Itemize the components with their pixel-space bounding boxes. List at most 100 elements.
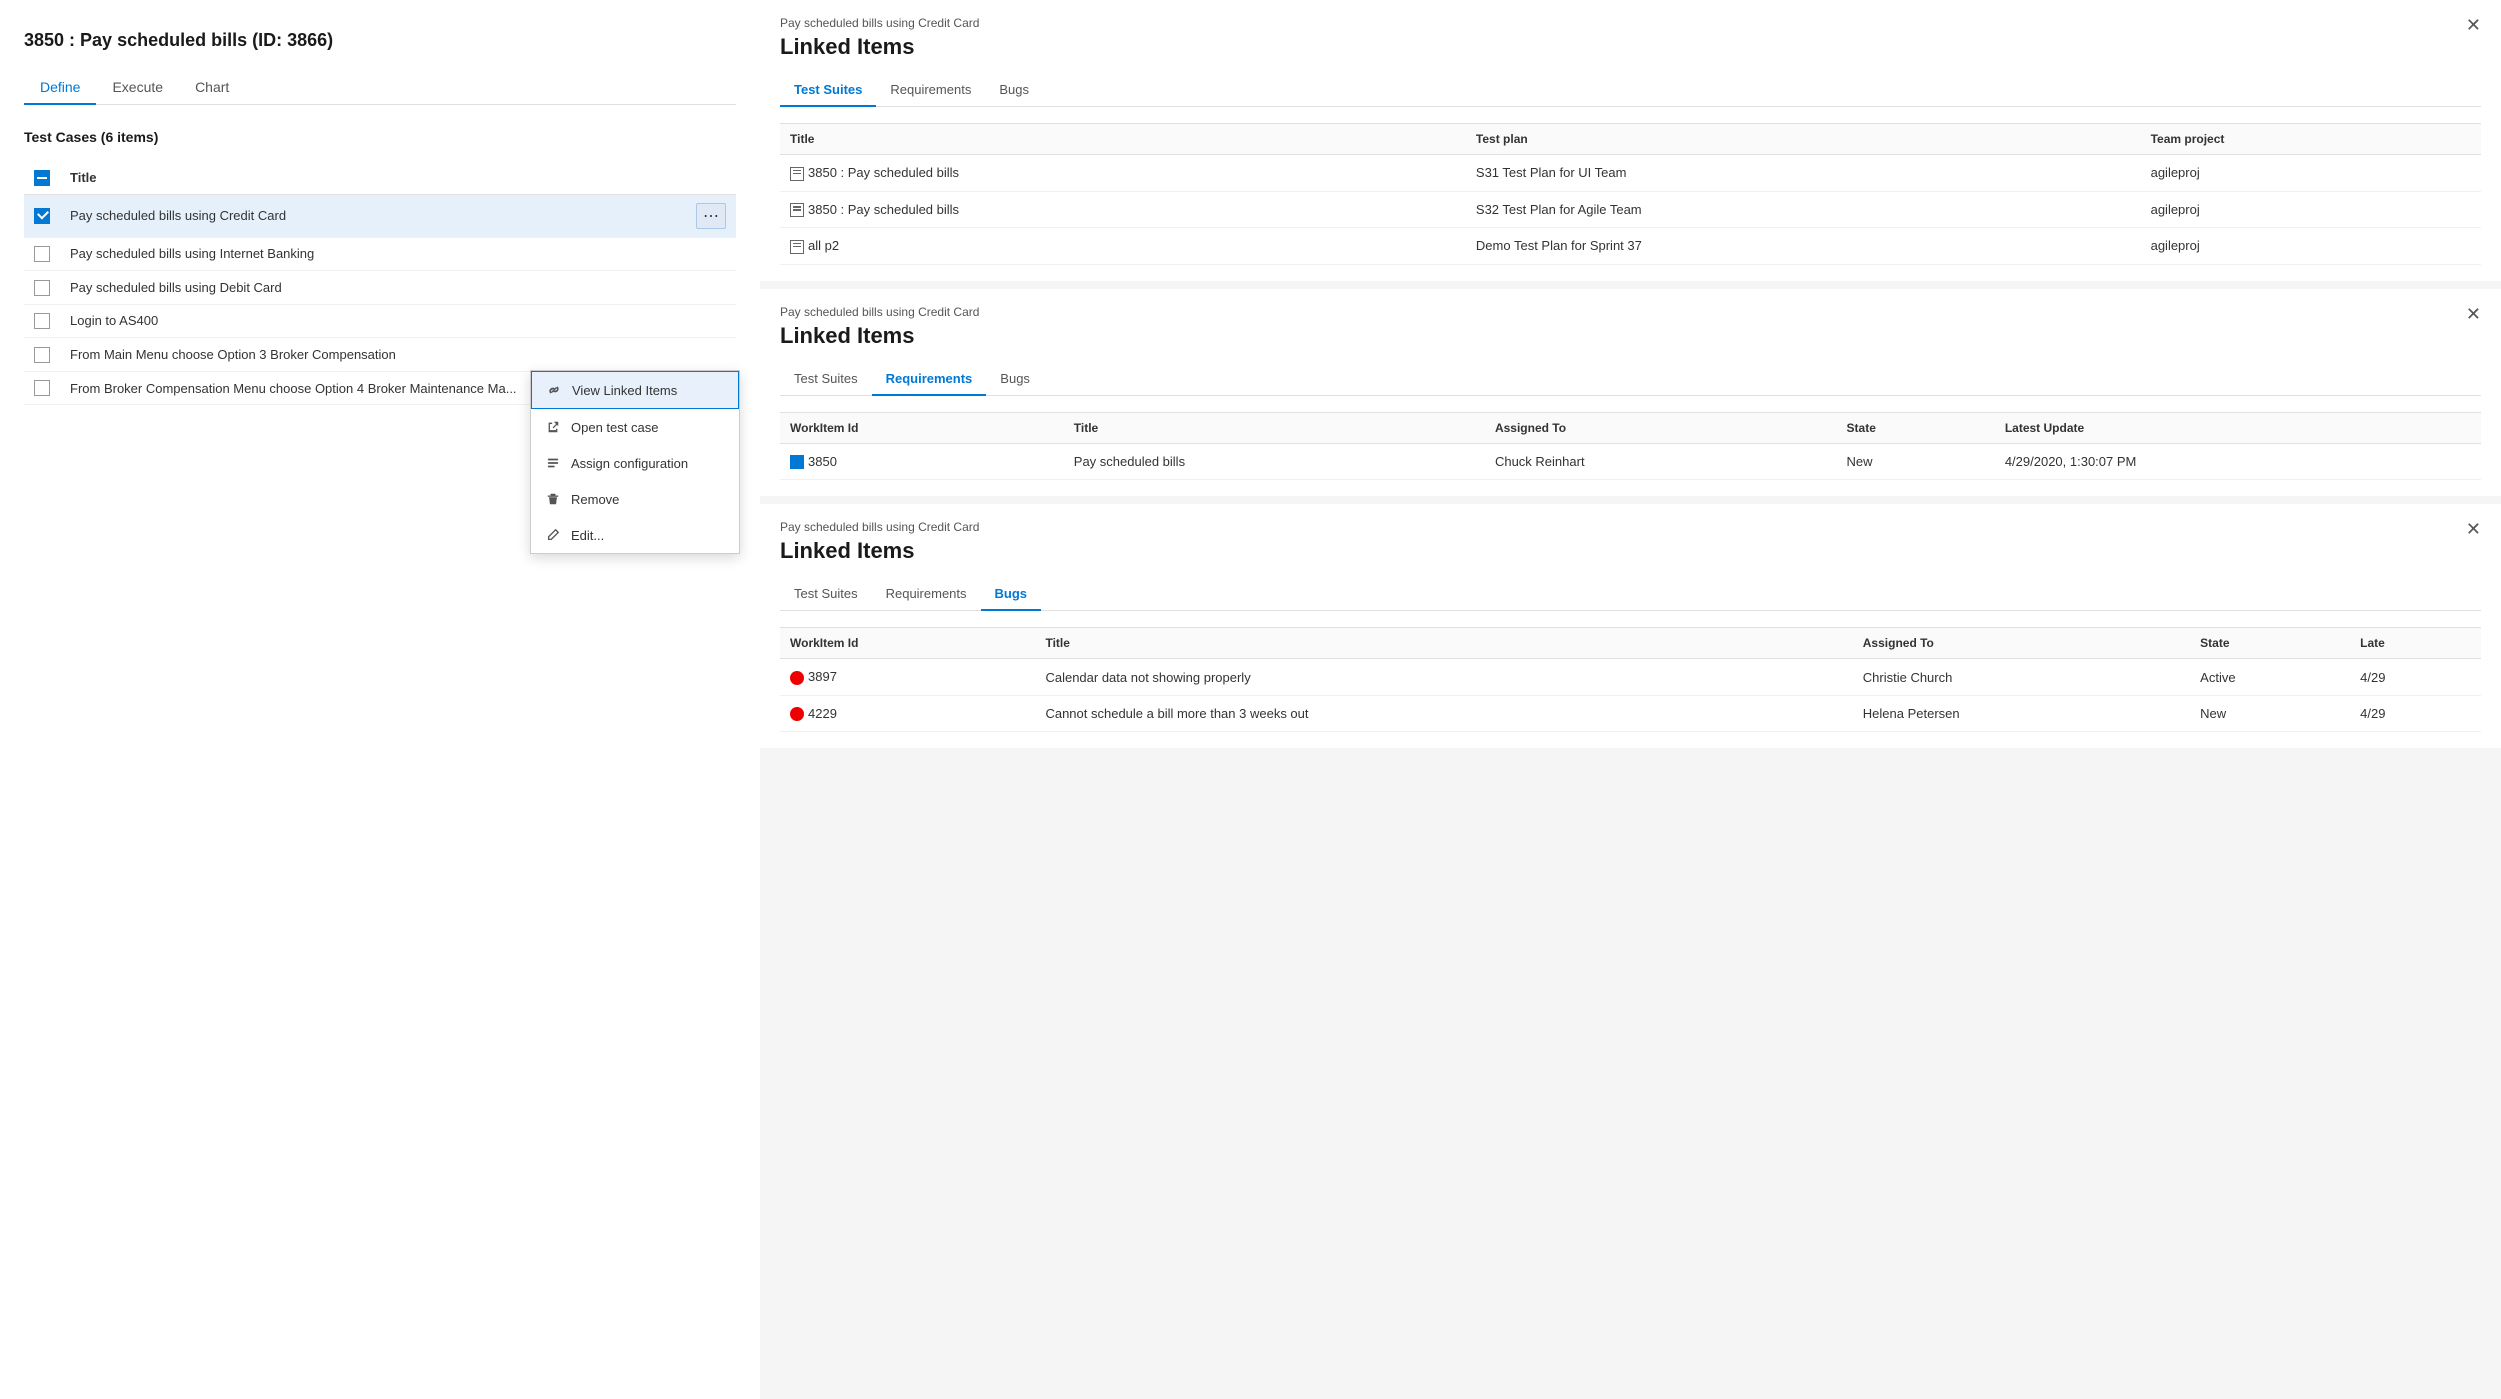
- row-checkbox[interactable]: [34, 246, 50, 262]
- page-title: 3850 : Pay scheduled bills (ID: 3866): [24, 30, 736, 51]
- card-tab-bugs[interactable]: Bugs: [986, 363, 1044, 396]
- table-row: Login to AS400: [24, 304, 736, 338]
- row-cell-4: 4/29: [2350, 695, 2481, 732]
- table-row: 3897Calendar data not showing properlyCh…: [780, 659, 2481, 696]
- row-title: Login to AS400: [60, 304, 686, 338]
- checkbox-cell: [24, 304, 60, 338]
- row-title: Pay scheduled bills using Credit Card: [60, 194, 686, 237]
- row-cell-0: all p2: [780, 228, 1466, 265]
- card-title: Linked Items: [780, 34, 2481, 60]
- card-tabs: Test Suites Requirements Bugs: [780, 74, 2481, 107]
- list-icon: [545, 455, 561, 471]
- suite-icon: [790, 167, 804, 181]
- menu-item-edit[interactable]: Edit...: [531, 517, 739, 553]
- test-cases-table: Title Pay scheduled bills using Credit C…: [24, 161, 736, 405]
- row-checkbox[interactable]: [34, 347, 50, 363]
- row-cell-1: Cannot schedule a bill more than 3 weeks…: [1035, 695, 1852, 732]
- row-cell-4: 4/29: [2350, 659, 2481, 696]
- row-cell-2: agileproj: [2141, 228, 2481, 265]
- tab-chart[interactable]: Chart: [179, 71, 245, 105]
- card-close-button[interactable]: ✕: [2466, 16, 2481, 34]
- tab-execute[interactable]: Execute: [96, 71, 179, 105]
- col-header: Title: [780, 124, 1466, 155]
- card-tab-test-suites[interactable]: Test Suites: [780, 74, 876, 107]
- col-header: State: [2190, 628, 2350, 659]
- row-cell-0: 3850: [780, 443, 1064, 480]
- trash-icon: [545, 491, 561, 507]
- menu-item-open-test-case[interactable]: Open test case: [531, 409, 739, 445]
- row-cell-1: Pay scheduled bills: [1064, 443, 1485, 480]
- row-checkbox[interactable]: [34, 280, 50, 296]
- row-cell-3: Active: [2190, 659, 2350, 696]
- card-title: Linked Items: [780, 323, 2481, 349]
- card-tab-test-suites[interactable]: Test Suites: [780, 363, 872, 396]
- suite-icon: [790, 203, 804, 217]
- card-table: WorkItem IdTitleAssigned ToStateLate 389…: [780, 627, 2481, 732]
- card-tab-requirements[interactable]: Requirements: [876, 74, 985, 107]
- linked-items-card: ✕ Pay scheduled bills using Credit Card …: [760, 0, 2501, 289]
- card-title: Linked Items: [780, 538, 2481, 564]
- row-cell-1: Calendar data not showing properly: [1035, 659, 1852, 696]
- linked-items-card: ✕ Pay scheduled bills using Credit Card …: [760, 289, 2501, 505]
- tab-define[interactable]: Define: [24, 71, 96, 105]
- bug-icon: [790, 707, 804, 721]
- row-cell-1: Demo Test Plan for Sprint 37: [1466, 228, 2141, 265]
- linked-items-card: ✕ Pay scheduled bills using Credit Card …: [760, 504, 2501, 756]
- card-tab-requirements[interactable]: Requirements: [872, 578, 981, 611]
- row-cell-2: agileproj: [2141, 155, 2481, 192]
- col-header: Test plan: [1466, 124, 2141, 155]
- card-tab-bugs[interactable]: Bugs: [981, 578, 1042, 611]
- workitem-icon: [790, 455, 804, 469]
- row-checkbox[interactable]: [34, 380, 50, 396]
- col-header: Title: [1064, 412, 1485, 443]
- table-row: 3850 : Pay scheduled billsS32 Test Plan …: [780, 191, 2481, 228]
- row-cell-0: 3897: [780, 659, 1035, 696]
- table-row: all p2Demo Test Plan for Sprint 37agilep…: [780, 228, 2481, 265]
- row-actions-cell: [686, 271, 736, 305]
- table-header-row: WorkItem IdTitleAssigned ToStateLatest U…: [780, 412, 2481, 443]
- menu-label-assign-config: Assign configuration: [571, 456, 688, 471]
- row-checkbox[interactable]: [34, 313, 50, 329]
- table-row: Pay scheduled bills using Internet Banki…: [24, 237, 736, 271]
- row-actions-cell: ⋯: [686, 194, 736, 237]
- card-close-button[interactable]: ✕: [2466, 520, 2481, 538]
- checkbox-cell: [24, 194, 60, 237]
- suite-icon: [790, 240, 804, 254]
- header-actions: [686, 161, 736, 194]
- menu-item-assign-config[interactable]: Assign configuration: [531, 445, 739, 481]
- checkbox-cell: [24, 338, 60, 372]
- menu-item-remove[interactable]: Remove: [531, 481, 739, 517]
- row-checkbox[interactable]: [34, 208, 50, 224]
- card-close-button[interactable]: ✕: [2466, 305, 2481, 323]
- row-actions-cell: [686, 338, 736, 372]
- card-tab-requirements[interactable]: Requirements: [872, 363, 987, 396]
- link-icon: [546, 382, 562, 398]
- row-cell-4: 4/29/2020, 1:30:07 PM: [1995, 443, 2481, 480]
- card-subtitle: Pay scheduled bills using Credit Card: [780, 305, 2481, 319]
- row-ellipsis-button[interactable]: ⋯: [696, 203, 726, 229]
- row-cell-1: S31 Test Plan for UI Team: [1466, 155, 2141, 192]
- table-header-row: WorkItem IdTitleAssigned ToStateLate: [780, 628, 2481, 659]
- row-cell-0: 4229: [780, 695, 1035, 732]
- col-header: Late: [2350, 628, 2481, 659]
- col-header: Assigned To: [1853, 628, 2190, 659]
- row-cell-3: New: [1837, 443, 1995, 480]
- col-header: Assigned To: [1485, 412, 1837, 443]
- table-row: 4229Cannot schedule a bill more than 3 w…: [780, 695, 2481, 732]
- select-all-checkbox[interactable]: [34, 170, 50, 186]
- table-header-row: TitleTest planTeam project: [780, 124, 2481, 155]
- card-table: TitleTest planTeam project 3850 : Pay sc…: [780, 123, 2481, 265]
- col-header: WorkItem Id: [780, 628, 1035, 659]
- card-tabs: Test Suites Requirements Bugs: [780, 578, 2481, 611]
- card-tab-test-suites[interactable]: Test Suites: [780, 578, 872, 611]
- right-panel: ✕ Pay scheduled bills using Credit Card …: [760, 0, 2501, 1399]
- checkbox-cell: [24, 371, 60, 405]
- menu-item-view-linked[interactable]: View Linked Items: [531, 371, 739, 409]
- table-row: Pay scheduled bills using Credit Card ⋯: [24, 194, 736, 237]
- header-checkbox-cell: [24, 161, 60, 194]
- card-tab-bugs[interactable]: Bugs: [985, 74, 1043, 107]
- row-title: Pay scheduled bills using Internet Banki…: [60, 237, 686, 271]
- pencil-icon: [545, 527, 561, 543]
- row-cell-2: agileproj: [2141, 191, 2481, 228]
- menu-label-open-test-case: Open test case: [571, 420, 658, 435]
